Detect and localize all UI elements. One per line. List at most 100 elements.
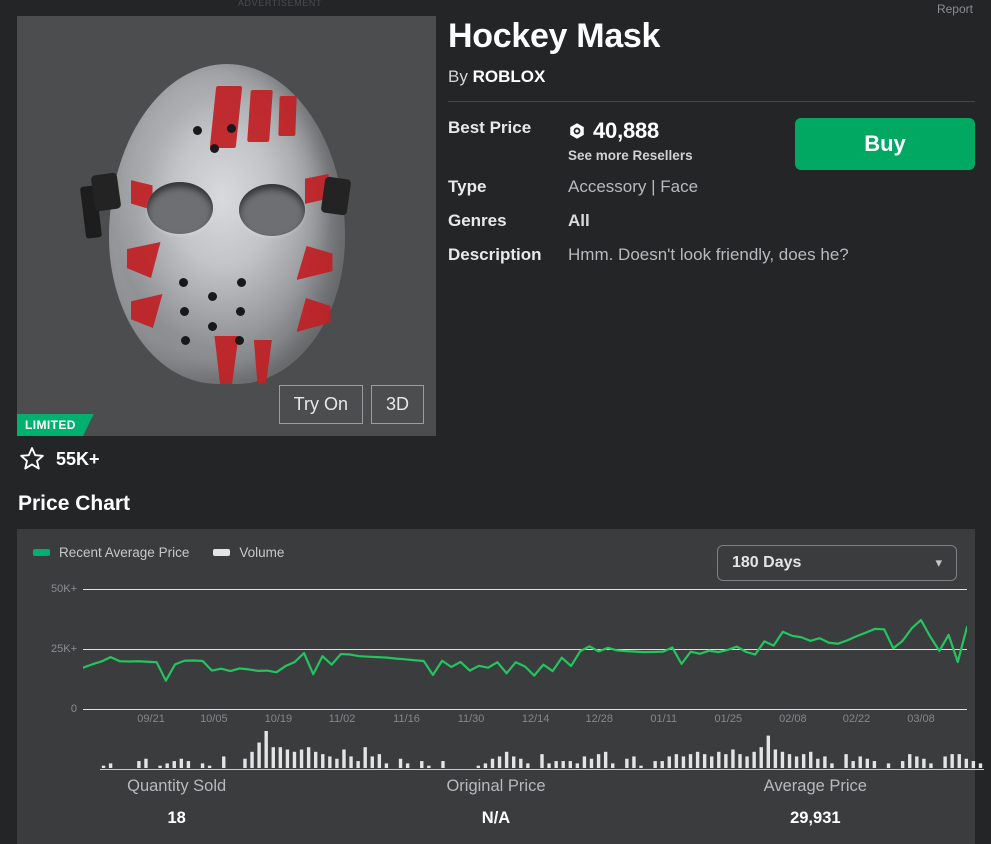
volume-bar-area	[100, 729, 984, 773]
mask-stripe	[277, 96, 297, 136]
x-axis-tick: 01/25	[714, 713, 743, 725]
mask-stripe	[126, 242, 161, 278]
mask-eye-hole	[238, 184, 305, 236]
price-line-series	[83, 589, 967, 709]
legend-swatch-volume	[213, 549, 231, 556]
see-more-resellers-link[interactable]: See more Resellers	[568, 148, 693, 163]
x-axis-tick: 02/08	[779, 713, 807, 725]
genres-label: Genres	[448, 211, 507, 231]
mask-vent-hole	[179, 307, 189, 316]
x-axis-tick: 12/14	[521, 713, 550, 725]
page-title: Hockey Mask	[448, 17, 661, 55]
mask-vent-hole	[235, 307, 245, 316]
stat-label: Original Price	[446, 777, 546, 795]
y-axis-labels: 0 25K+ 50K+	[17, 583, 83, 715]
stat-value: 29,931	[790, 809, 841, 827]
stat-value: 18	[167, 809, 186, 827]
mask-eye-hole	[146, 182, 213, 234]
x-axis-tick: 12/28	[585, 713, 614, 725]
mask-body	[108, 64, 345, 384]
volume-baseline	[100, 769, 984, 770]
x-axis-tick: 11/30	[457, 713, 485, 725]
stat-quantity-sold: Quantity Sold 18	[17, 777, 336, 828]
best-price-value: 40,888	[593, 118, 660, 144]
detail-row-type: Type Accessory | Face	[448, 177, 975, 197]
report-link[interactable]: Report	[937, 2, 973, 16]
thumbnail-actions: Try On 3D	[278, 385, 424, 424]
mask-vent-hole	[209, 144, 219, 153]
gridline	[83, 709, 967, 710]
x-axis-tick: 11/16	[393, 713, 420, 725]
limited-badge: LIMITED	[17, 414, 94, 436]
chart-legend: Recent Average Price Volume	[33, 545, 284, 560]
by-prefix: By	[448, 67, 468, 87]
legend-item-price[interactable]: Recent Average Price	[33, 545, 189, 560]
hockey-mask-illustration	[77, 46, 377, 406]
genres-value: All	[568, 211, 590, 231]
stat-value: N/A	[481, 809, 511, 827]
stat-label: Quantity Sold	[127, 777, 227, 795]
creator-byline: By ROBLOX	[448, 67, 975, 87]
time-range-dropdown[interactable]: 180 Days ▾	[717, 545, 957, 581]
advertisement-label: ADVERTISEMENT	[237, 0, 323, 8]
mask-vent-hole	[226, 124, 236, 133]
mask-vent-hole	[207, 292, 217, 301]
price-chart-panel: Recent Average Price Volume 180 Days ▾ 0…	[17, 529, 984, 844]
best-price-label: Best Price	[448, 118, 532, 138]
x-axis-tick: 01/11	[650, 713, 678, 725]
x-axis-tick: 10/05	[200, 713, 228, 725]
legend-label-volume: Volume	[239, 545, 285, 560]
details-divider	[448, 101, 975, 103]
legend-item-volume[interactable]: Volume	[213, 545, 284, 560]
creator-name[interactable]: ROBLOX	[473, 67, 546, 86]
description-label: Description	[448, 245, 542, 265]
favorites-count: 55K+	[56, 448, 100, 469]
x-axis-tick: 10/19	[264, 713, 293, 725]
view-3d-button[interactable]: 3D	[370, 385, 424, 424]
mask-vent-hole	[234, 336, 244, 345]
type-label: Type	[448, 177, 487, 197]
mask-vent-hole	[236, 278, 246, 287]
buy-button[interactable]: Buy	[795, 118, 975, 171]
y-axis-tick: 0	[70, 703, 77, 715]
price-chart-heading: Price Chart	[18, 492, 131, 515]
mask-strap-left	[90, 172, 121, 212]
detail-row-genres: Genres All	[448, 211, 975, 231]
x-axis-tick: 02/22	[842, 713, 871, 725]
detail-row-description: Description Hmm. Doesn't look friendly, …	[448, 245, 975, 265]
stat-average-price: Average Price 29,931	[656, 777, 975, 828]
price-plot-area: 0 25K+ 50K+ 09/21 10/05 10/19 11/02 11/16 11/30…	[17, 583, 975, 749]
best-price-line: 40,888	[568, 118, 693, 144]
robux-icon	[570, 123, 584, 140]
try-on-button[interactable]: Try On	[278, 385, 363, 424]
y-axis-tick: 25K+	[51, 643, 77, 655]
mask-vent-hole	[192, 126, 202, 135]
mask-stripe	[296, 298, 331, 332]
x-axis-tick: 03/08	[907, 713, 935, 725]
mask-stripe	[296, 246, 333, 280]
mask-vent-hole	[180, 336, 190, 345]
details-grid: Buy Best Price 40,888 See more Resellers	[448, 118, 975, 265]
mask-stripe	[246, 90, 273, 142]
mask-stripe	[130, 294, 163, 328]
mask-stripe	[253, 340, 272, 384]
stat-label: Average Price	[763, 777, 867, 795]
stat-original-price: Original Price N/A	[336, 777, 655, 828]
chart-stats-row: Quantity Sold 18 Original Price N/A Aver…	[17, 777, 975, 828]
time-range-value: 180 Days	[732, 554, 802, 571]
chevron-down-icon: ▾	[935, 555, 942, 570]
favorites-row[interactable]: 55K+	[18, 445, 100, 473]
legend-swatch-price	[33, 549, 50, 556]
volume-bar-series	[101, 731, 983, 769]
x-axis-tick: 09/21	[137, 713, 165, 725]
x-axis-tick: 11/02	[328, 713, 356, 725]
item-page: ADVERTISEMENT Report Try On 3D LIMITED 5…	[0, 0, 991, 844]
mask-stripe	[209, 86, 242, 148]
item-thumbnail[interactable]: Try On 3D LIMITED	[17, 16, 436, 436]
legend-label-price: Recent Average Price	[59, 545, 190, 560]
mask-strap-right	[320, 176, 351, 216]
mask-vent-hole	[178, 278, 188, 287]
star-icon	[20, 447, 44, 470]
type-value: Accessory | Face	[568, 177, 699, 197]
description-value: Hmm. Doesn't look friendly, does he?	[568, 245, 849, 265]
